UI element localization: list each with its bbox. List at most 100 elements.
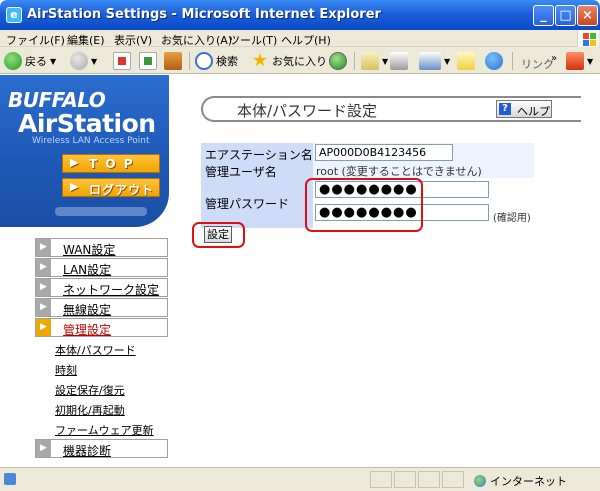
- help-button-label: ヘルプ: [517, 105, 550, 118]
- station-name-label: エアステーション名: [205, 148, 313, 162]
- menu-tools[interactable]: ツール(T): [229, 32, 277, 48]
- station-name-label-cell: エアステーション名: [201, 143, 313, 162]
- menu-item-wireless[interactable]: ▶ 無線設定: [35, 298, 168, 317]
- page-header: 本体/パスワード設定 ? ヘルプ: [201, 96, 581, 122]
- top-button-label: T O P: [89, 157, 135, 171]
- print-icon: [390, 52, 408, 70]
- translate-dropdown-icon[interactable]: ▼: [587, 57, 593, 66]
- globe-icon: [474, 475, 486, 487]
- admin-user-label-cell: 管理ユーザ名: [201, 162, 313, 179]
- help-icon: ?: [499, 103, 511, 115]
- refresh-button[interactable]: [139, 51, 160, 71]
- menu-file[interactable]: ファイル(F): [6, 32, 65, 48]
- stop-button[interactable]: [113, 51, 134, 71]
- translate-button[interactable]: ▼: [566, 51, 593, 71]
- menu-item-label: ネットワーク設定: [63, 283, 160, 297]
- menu-marker-icon: ▶: [36, 279, 51, 296]
- mail-button[interactable]: ▼: [361, 51, 388, 71]
- page-title: 本体/パスワード設定: [237, 102, 378, 120]
- page-done-icon: [4, 473, 16, 485]
- submenu-backup-restore[interactable]: 設定保存/復元: [55, 382, 125, 398]
- help-button[interactable]: ? ヘルプ: [496, 100, 552, 118]
- logout-button[interactable]: ▶ ログアウト: [62, 178, 160, 197]
- back-button[interactable]: 戻る ▼: [4, 51, 56, 71]
- home-button[interactable]: [164, 51, 185, 71]
- ie-icon: e: [6, 7, 22, 23]
- search-label: 検索: [216, 55, 238, 68]
- menu-item-network[interactable]: ▶ ネットワーク設定: [35, 278, 168, 297]
- menu-view[interactable]: 表示(V): [114, 32, 152, 48]
- menu-edit[interactable]: 編集(E): [67, 32, 105, 48]
- close-icon[interactable]: ×: [577, 5, 598, 26]
- edit-button[interactable]: ▼: [419, 51, 450, 71]
- history-icon: [329, 52, 347, 70]
- window-title: AirStation Settings - Microsoft Internet…: [27, 7, 381, 22]
- menu-item-wan[interactable]: ▶ WAN設定: [35, 238, 168, 257]
- favorites-label: お気に入り: [272, 55, 327, 68]
- menu-help[interactable]: ヘルプ(H): [281, 32, 331, 48]
- menu-item-lan[interactable]: ▶ LAN設定: [35, 258, 168, 277]
- page-content: BUFFALO AirStation Wireless LAN Access P…: [0, 75, 600, 467]
- back-dropdown-icon[interactable]: ▼: [50, 57, 56, 66]
- history-button[interactable]: [329, 51, 350, 71]
- messenger-button[interactable]: [485, 51, 506, 71]
- logout-button-label: ログアウト: [89, 183, 155, 197]
- chevron-right-icon[interactable]: »: [551, 48, 557, 68]
- product-subtitle: Wireless LAN Access Point: [32, 136, 150, 146]
- security-zone: インターネット: [474, 473, 567, 489]
- mail-dropdown-icon[interactable]: ▼: [382, 57, 388, 66]
- sidebar-header: BUFFALO AirStation Wireless LAN Access P…: [0, 75, 169, 227]
- menu-marker-icon: ▶: [36, 319, 51, 336]
- admin-user-value: root (変更することはできません): [316, 165, 482, 178]
- menu-item-label: 管理設定: [63, 323, 112, 337]
- submenu-time[interactable]: 時刻: [55, 362, 77, 378]
- menu-marker-icon: ▶: [36, 299, 51, 316]
- blurred-status: [55, 207, 147, 216]
- submenu-reset-reboot[interactable]: 初期化/再起動: [55, 402, 125, 418]
- station-name-input[interactable]: AP000D0B4123456: [315, 144, 453, 161]
- back-arrow-icon: [4, 52, 22, 70]
- top-button[interactable]: ▶ T O P: [62, 154, 160, 173]
- chevron-right-icon: ▶: [70, 180, 79, 193]
- note-icon: [457, 52, 475, 70]
- menu-bar: ファイル(F) 編集(E) 表示(V) お気に入り(A) ツール(T) ヘルプ(…: [0, 30, 600, 47]
- admin-password-confirm-input[interactable]: ●●●●●●●●: [315, 204, 489, 221]
- chevron-right-icon: ▶: [70, 156, 79, 169]
- discuss-button[interactable]: [457, 51, 478, 71]
- airstation-logo: AirStation: [18, 109, 156, 138]
- toolbar: 戻る ▼ ▼ 検索 ★ お気に入り ▼ ▼ リンク » ▼: [0, 47, 600, 74]
- confirm-note: (確認用): [493, 213, 531, 224]
- menu-item-label: 無線設定: [63, 303, 112, 317]
- edit-dropdown-icon[interactable]: ▼: [444, 57, 450, 66]
- menu-item-label: LAN設定: [63, 263, 112, 277]
- forward-dropdown-icon[interactable]: ▼: [91, 57, 97, 66]
- settings-form: エアステーション名 AP000D0B4123456 管理ユーザ名 root (変…: [201, 143, 534, 230]
- edit-icon: [419, 52, 441, 70]
- translate-icon: [566, 52, 584, 70]
- title-bar: e AirStation Settings - Microsoft Intern…: [0, 0, 600, 30]
- forward-button[interactable]: ▼: [70, 51, 97, 71]
- maximize-icon[interactable]: □: [555, 5, 576, 26]
- menu-marker-icon: ▶: [36, 259, 51, 276]
- search-icon: [195, 52, 213, 70]
- menu-marker-icon: ▶: [36, 440, 51, 457]
- star-icon: ★: [251, 50, 269, 71]
- refresh-icon: [139, 52, 157, 70]
- zone-label: インターネット: [490, 475, 567, 488]
- submenu-password[interactable]: 本体/パスワード: [55, 342, 136, 358]
- search-button[interactable]: 検索: [195, 51, 238, 71]
- print-button[interactable]: [390, 51, 411, 71]
- home-icon: [164, 52, 182, 70]
- menu-item-admin[interactable]: ▶ 管理設定: [35, 318, 168, 337]
- menu-item-diagnostics[interactable]: ▶ 機器診断: [35, 439, 168, 458]
- admin-password-label-cell: 管理パスワード: [201, 178, 313, 228]
- admin-password-input[interactable]: ●●●●●●●●: [315, 181, 489, 198]
- mail-icon: [361, 52, 379, 70]
- menu-favorites[interactable]: お気に入り(A): [161, 32, 232, 48]
- stop-icon: [113, 52, 131, 70]
- minimize-icon[interactable]: _: [533, 5, 554, 26]
- favorites-button[interactable]: ★ お気に入り: [251, 51, 327, 71]
- submit-button[interactable]: 設定: [204, 226, 232, 243]
- submenu-firmware-update[interactable]: ファームウェア更新: [55, 422, 154, 438]
- links-label[interactable]: リンク: [521, 56, 554, 72]
